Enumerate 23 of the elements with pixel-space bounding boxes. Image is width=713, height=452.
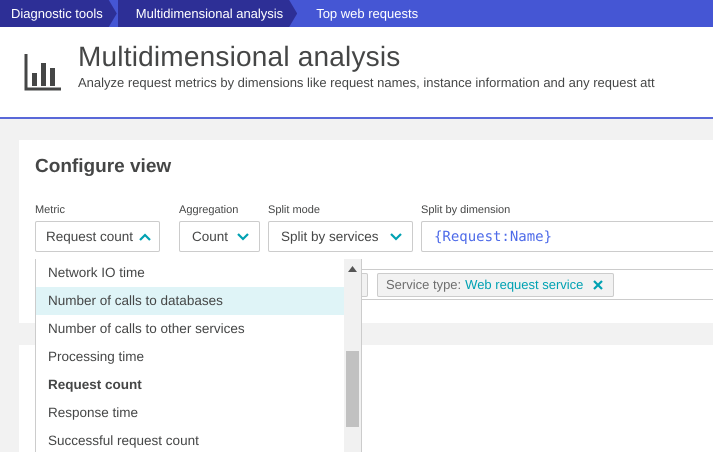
field-label: Aggregation — [179, 204, 240, 218]
dropdown-option[interactable]: Processing time — [36, 343, 344, 371]
page-subtitle: Analyze request metrics by dimensions like request names, instance information and any request att — [78, 75, 655, 90]
filter-chip[interactable]: Service type: Web request service — [377, 272, 614, 296]
dropdown-option[interactable]: Number of calls to other services — [36, 315, 344, 343]
dimension-input[interactable]: {Request:Name} — [421, 221, 713, 252]
dropdown-option[interactable]: Successful request count — [36, 427, 344, 452]
section-title: Configure view — [35, 156, 172, 179]
filter-value: Web request service — [465, 277, 584, 292]
dropdown-option[interactable]: Network IO time — [36, 259, 344, 287]
dropdown-option[interactable]: Response time — [36, 399, 344, 427]
field-label: Metric — [35, 204, 66, 218]
dropdown-select[interactable]: Split by services — [268, 221, 413, 252]
page-title: Multidimensional analysis — [78, 41, 402, 73]
dropdown-select[interactable]: Count — [179, 221, 260, 252]
dropdown-option[interactable]: Request count — [36, 371, 344, 399]
breadcrumb-link[interactable]: Multidimensional analysis — [118, 0, 298, 27]
field-label: Split by dimension — [421, 204, 512, 218]
filter-label: Service type: — [386, 277, 462, 292]
breadcrumb-link[interactable]: Diagnostic tools — [0, 0, 117, 27]
field-label: Split mode — [268, 204, 321, 218]
dropdown-select[interactable]: Request count — [35, 221, 160, 252]
dropdown-option[interactable]: Number of calls to databases — [36, 287, 344, 315]
